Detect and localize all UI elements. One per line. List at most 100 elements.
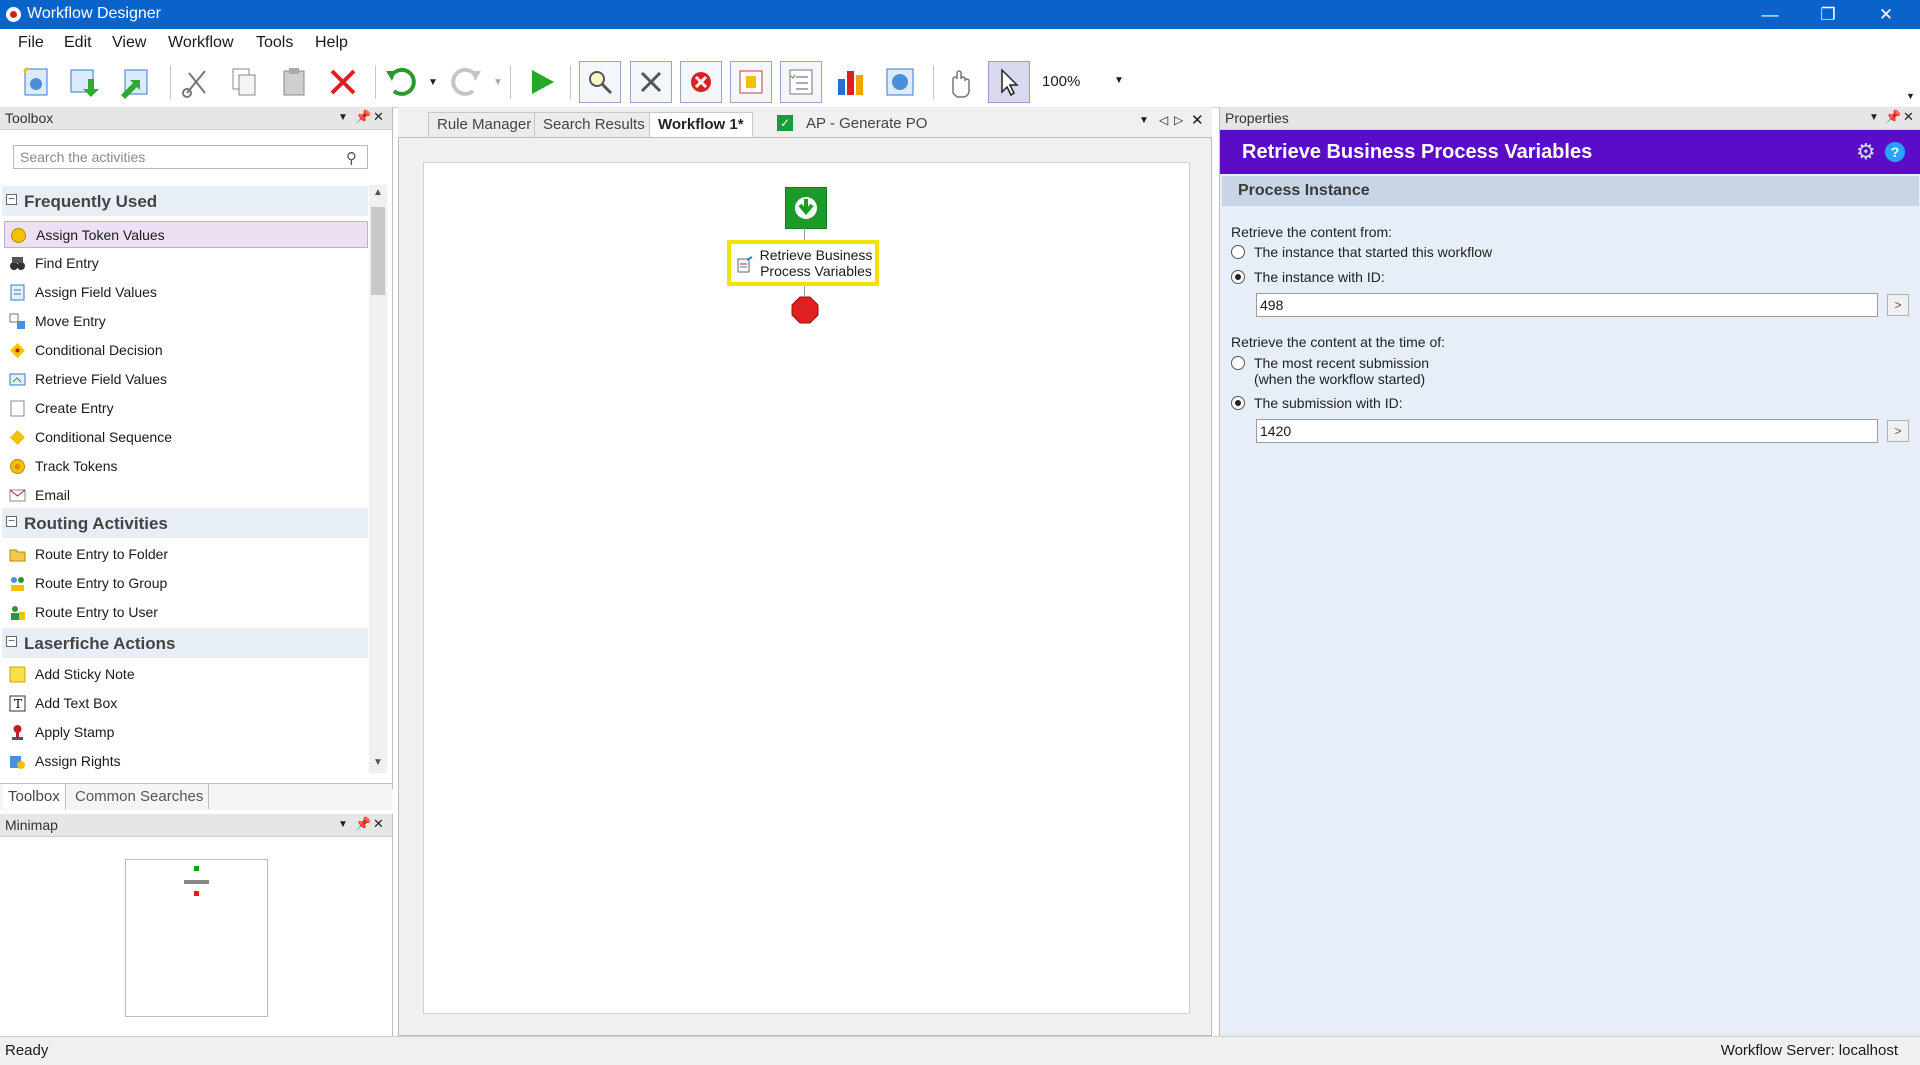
activity-conditional-sequence[interactable]: Conditional Sequence	[4, 424, 368, 451]
start-node[interactable]	[785, 187, 827, 229]
activity-email[interactable]: Email	[4, 482, 368, 509]
menu-workflow[interactable]: Workflow	[168, 34, 234, 52]
activity-retrieve-field-values[interactable]: Retrieve Field Values	[4, 366, 368, 393]
collapse-icon[interactable]: –	[6, 516, 17, 527]
group-laserfiche-actions[interactable]: – Laserfiche Actions	[2, 628, 368, 658]
option-instance-id-label: The instance with ID:	[1254, 269, 1385, 285]
activity-apply-stamp[interactable]: Apply Stamp	[4, 719, 368, 746]
toolbox-dropdown-icon[interactable]: ▼	[338, 112, 348, 123]
copy-button[interactable]	[223, 61, 265, 103]
activity-add-sticky-note[interactable]: Add Sticky Note	[4, 661, 368, 688]
settings-gear-icon[interactable]: ⚙	[1856, 139, 1876, 165]
submission-id-browse-button[interactable]: >	[1887, 420, 1909, 442]
activity-create-entry[interactable]: Create Entry	[4, 395, 368, 422]
instance-id-field[interactable]: 498	[1256, 293, 1878, 317]
radio-submission-id[interactable]	[1231, 396, 1245, 410]
activity-move-entry[interactable]: Move Entry	[4, 308, 368, 335]
menu-file[interactable]: File	[18, 34, 44, 52]
scrollbar-thumb[interactable]	[371, 207, 385, 295]
submission-id-field[interactable]: 1420	[1256, 419, 1878, 443]
activity-assign-field-values[interactable]: Assign Field Values	[4, 279, 368, 306]
publish-workflow-button[interactable]	[113, 61, 155, 103]
stop-button[interactable]	[680, 61, 722, 103]
scroll-up-icon[interactable]: ▲	[373, 187, 383, 198]
activity-route-entry-to-user[interactable]: Route Entry to User	[4, 599, 368, 626]
activity-assign-rights[interactable]: Assign Rights	[4, 748, 368, 775]
toolbar-overflow-icon[interactable]: ▼	[1906, 91, 1915, 101]
activity-assign-token-values[interactable]: Assign Token Values	[4, 221, 368, 248]
redo-dropdown-icon[interactable]: ▼	[493, 77, 503, 88]
toolbox-close-icon[interactable]: ✕	[373, 109, 384, 125]
scroll-down-icon[interactable]: ▼	[373, 757, 383, 768]
tabs-next-icon[interactable]: ▷	[1174, 113, 1183, 127]
tabs-dropdown-icon[interactable]: ▼	[1139, 115, 1149, 126]
minimap-header: Minimap ▼ 📌 ✕	[0, 814, 392, 837]
menu-view[interactable]: View	[112, 34, 146, 52]
web-admin-button[interactable]	[879, 61, 921, 103]
process-instance-section[interactable]: Process Instance	[1222, 176, 1919, 206]
activity-find-entry[interactable]: Find Entry	[4, 250, 368, 277]
workflow-canvas[interactable]: Retrieve Business Process Variables	[423, 162, 1190, 1014]
zoom-level[interactable]: 100%	[1042, 73, 1080, 90]
radio-started-instance[interactable]	[1231, 245, 1245, 259]
paste-button[interactable]	[273, 61, 315, 103]
instance-id-browse-button[interactable]: >	[1887, 294, 1909, 316]
restore-button[interactable]: ❐	[1799, 0, 1857, 29]
menu-help[interactable]: Help	[315, 34, 348, 52]
tools-button[interactable]	[630, 61, 672, 103]
tab-toolbox[interactable]: Toolbox	[3, 784, 66, 809]
menu-tools[interactable]: Tools	[256, 34, 293, 52]
radio-instance-id[interactable]	[1231, 270, 1245, 284]
delete-button[interactable]	[322, 61, 364, 103]
tabs-prev-icon[interactable]: ◁	[1159, 113, 1168, 127]
tab-rule-manager[interactable]: Rule Manager	[428, 112, 541, 137]
group-frequently-used[interactable]: – Frequently Used	[2, 186, 368, 216]
properties-dropdown-icon[interactable]: ▼	[1869, 112, 1879, 123]
group-routing-activities[interactable]: – Routing Activities	[2, 508, 368, 538]
properties-pin-icon[interactable]: 📌	[1885, 109, 1901, 125]
toolbox-scrollbar[interactable]: ▲ ▼	[369, 185, 387, 773]
end-node[interactable]	[791, 296, 819, 328]
open-workflow-button[interactable]	[64, 61, 106, 103]
new-workflow-button[interactable]	[16, 61, 58, 103]
pan-tool-button[interactable]	[939, 61, 981, 103]
tab-close-icon[interactable]: ✕	[1191, 111, 1204, 129]
minimap-dropdown-icon[interactable]: ▼	[338, 819, 348, 830]
collapse-icon[interactable]: –	[6, 636, 17, 647]
activity-track-tokens[interactable]: Track Tokens	[4, 453, 368, 480]
tab-workflow-1[interactable]: Workflow 1*	[649, 112, 753, 137]
help-icon[interactable]: ?	[1885, 142, 1905, 162]
run-button[interactable]	[521, 61, 563, 103]
undo-dropdown-icon[interactable]: ▼	[428, 77, 438, 88]
search-icon[interactable]: ⚲	[346, 149, 357, 167]
select-tool-button[interactable]	[988, 61, 1030, 103]
toolbox-pin-icon[interactable]: 📌	[355, 109, 371, 125]
collapse-icon[interactable]: –	[6, 194, 17, 205]
minimap-pin-icon[interactable]: 📌	[355, 816, 371, 832]
zoom-dropdown-icon[interactable]: ▼	[1114, 75, 1124, 86]
menu-edit[interactable]: Edit	[64, 34, 92, 52]
minimap-viewport[interactable]	[125, 859, 268, 1017]
reports-button[interactable]	[830, 61, 872, 103]
radio-most-recent[interactable]	[1231, 356, 1245, 370]
find-button[interactable]	[579, 61, 621, 103]
properties-close-icon[interactable]: ✕	[1903, 109, 1914, 125]
checklist-button[interactable]	[780, 61, 822, 103]
undo-button[interactable]	[380, 61, 422, 103]
cut-button[interactable]	[175, 61, 217, 103]
tab-ap-generate-po[interactable]: AP - Generate PO	[798, 112, 935, 136]
rules-button[interactable]	[730, 61, 772, 103]
activity-route-entry-to-folder[interactable]: Route Entry to Folder	[4, 541, 368, 568]
activity-search-input[interactable]: Search the activities	[13, 145, 368, 169]
activity-add-text-box[interactable]: T Add Text Box	[4, 690, 368, 717]
activity-label: Retrieve Business Process Variables	[759, 247, 873, 279]
activity-route-entry-to-group[interactable]: Route Entry to Group	[4, 570, 368, 597]
tab-search-results[interactable]: Search Results	[534, 112, 654, 137]
activity-retrieve-business-process-variables[interactable]: Retrieve Business Process Variables	[727, 240, 879, 286]
tab-common-searches[interactable]: Common Searches	[70, 784, 210, 809]
close-window-button[interactable]: ✕	[1857, 0, 1915, 29]
minimap-close-icon[interactable]: ✕	[373, 816, 384, 832]
activity-conditional-decision[interactable]: Conditional Decision	[4, 337, 368, 364]
minimize-button[interactable]: —	[1741, 0, 1799, 29]
redo-button[interactable]	[445, 61, 487, 103]
